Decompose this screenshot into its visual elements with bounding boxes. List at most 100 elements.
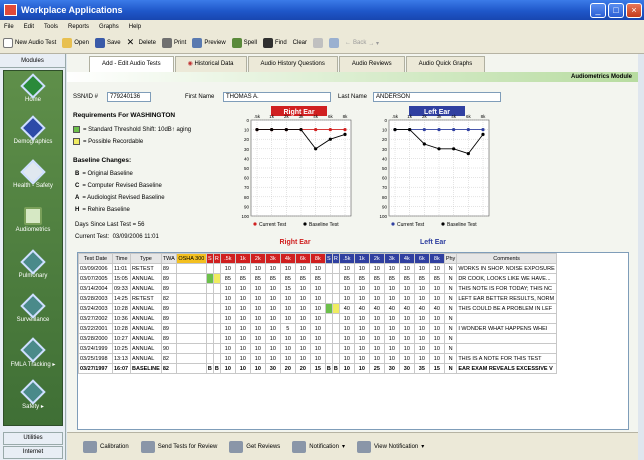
open-button[interactable]: Open xyxy=(62,38,89,48)
table-cell: 10 xyxy=(249,263,266,274)
view-notification-button[interactable]: View Notification ▾ xyxy=(357,440,424,453)
module-safety[interactable]: Safety ▸ xyxy=(4,379,62,410)
dollar-icon-button[interactable] xyxy=(313,38,324,48)
column-header[interactable]: .5k xyxy=(219,253,236,264)
column-header[interactable]: 1k xyxy=(234,253,251,264)
tab-historical-data[interactable]: ◉ Historical Data xyxy=(174,56,247,72)
column-header[interactable]: 6k xyxy=(413,253,430,264)
column-header[interactable]: TWA xyxy=(160,253,177,264)
column-header[interactable]: 8k xyxy=(428,253,445,264)
column-header[interactable]: Phy xyxy=(443,253,458,264)
module-home[interactable]: Home xyxy=(4,73,62,103)
menu-reports[interactable]: Reports xyxy=(68,24,89,30)
last-name-field[interactable]: ANDERSON xyxy=(373,92,501,102)
find-button[interactable]: Find xyxy=(263,38,287,48)
back-button[interactable]: ← Back → ▾ xyxy=(345,40,379,47)
save-button[interactable]: Save xyxy=(94,38,121,48)
module-fmla-tracking[interactable]: FMLA Tracking ▸ xyxy=(4,337,62,368)
spell-button[interactable]: Spell xyxy=(231,38,257,48)
module-audiometrics[interactable]: Audiometrics xyxy=(4,207,62,233)
module-demographics[interactable]: Demographics xyxy=(4,115,62,145)
table-cell: 10 xyxy=(353,293,370,304)
column-header[interactable]: .5k xyxy=(338,253,355,264)
tab-audio-quick-graphs[interactable]: Audio Quick Graphs xyxy=(405,56,486,72)
column-header[interactable]: S xyxy=(205,253,214,264)
graph-button[interactable] xyxy=(329,38,340,48)
tab-add-edit-audio-tests[interactable]: Add - Edit Audio Tests xyxy=(89,56,174,72)
table-cell: 10 xyxy=(279,303,296,314)
table-row[interactable]: 03/07/2005 15:05 ANNUAL 89 85 85 85 85 85 85 85 85 8… xyxy=(78,273,557,284)
table-cell: 85 xyxy=(338,273,355,284)
menu-file[interactable]: File xyxy=(4,24,14,30)
module-internet[interactable]: Internet xyxy=(3,446,63,459)
table-row[interactable]: 03/24/2003 10:28 ANNUAL 89 10 10 10 10 10 10 10 40 4… xyxy=(78,303,557,314)
column-header[interactable]: Type xyxy=(130,253,162,264)
table-row[interactable]: 03/27/2002 10:36 ANNUAL 89 10 10 10 10 10 10 10 10 1… xyxy=(78,313,557,324)
table-row[interactable]: 03/27/1997 16:07 BASELINE 82 B B 10 10 10 30 20 20 1… xyxy=(78,363,557,374)
send-tests-for-review-button[interactable]: Send Tests for Review xyxy=(140,440,217,453)
table-row[interactable]: 03/28/2000 10:27 ANNUAL 89 10 10 10 10 10 10 10 10 1… xyxy=(78,333,557,344)
minimize-button[interactable]: _ xyxy=(590,2,606,18)
ssn-field[interactable]: 779240136 xyxy=(107,92,151,102)
new-audio-test-button[interactable]: New Audio Test xyxy=(3,38,56,48)
left-ear-caption: Left Ear xyxy=(419,239,447,246)
module-utilities[interactable]: Utilities xyxy=(3,432,63,445)
maximize-button[interactable]: □ xyxy=(608,2,624,18)
column-header[interactable]: 2k xyxy=(249,253,266,264)
column-header[interactable]: R xyxy=(212,253,221,264)
column-header[interactable]: 2k xyxy=(368,253,385,264)
table-row[interactable]: 03/28/2003 14:25 RETEST 82 10 10 10 10 10 10 10 10 1… xyxy=(78,293,557,304)
column-header[interactable]: Test Date xyxy=(78,253,113,264)
x-tick-label: 4k xyxy=(451,114,457,119)
delete-icon: ✕ xyxy=(126,37,135,47)
table-cell xyxy=(212,263,221,274)
table-cell: 10 xyxy=(428,283,445,294)
table-row[interactable]: 03/25/1998 13:13 ANNUAL 82 10 10 10 10 10 10 10 10 1… xyxy=(78,353,557,364)
column-header[interactable]: 8k xyxy=(309,253,326,264)
calibration-button[interactable]: Calibration xyxy=(83,440,129,453)
menu-graphs[interactable]: Graphs xyxy=(99,24,119,30)
tab-audio-reviews[interactable]: Audio Reviews xyxy=(338,56,405,72)
menu-tools[interactable]: Tools xyxy=(44,24,58,30)
module-pulmonary[interactable]: Pulmonary xyxy=(4,249,62,279)
module-health-safety[interactable]: Health - Safety xyxy=(4,159,62,189)
column-header[interactable]: Time xyxy=(112,253,131,264)
column-header[interactable]: 4k xyxy=(398,253,415,264)
table-cell: 10 xyxy=(413,343,430,354)
table-cell: 10 xyxy=(368,283,385,294)
table-cell: LEFT EAR BETTER RESULTS, NORM xyxy=(456,293,557,304)
menu-edit[interactable]: Edit xyxy=(24,24,34,30)
column-header[interactable]: 4k xyxy=(279,253,296,264)
notification-button[interactable]: Notification ▾ xyxy=(292,440,345,453)
column-header[interactable]: 3k xyxy=(383,253,400,264)
table-cell: 10 xyxy=(428,323,445,334)
clear-button[interactable]: Clear xyxy=(293,40,307,46)
menu-help[interactable]: Help xyxy=(129,24,141,30)
preview-button[interactable]: Preview xyxy=(192,38,226,48)
column-header[interactable]: OSHA 300 xyxy=(175,253,207,264)
audio-tests-grid[interactable]: Test Date Time Type TWA OSHA 300 S R .5k 1k 2k 3k 4… xyxy=(77,252,629,430)
get-reviews-button[interactable]: Get Reviews xyxy=(229,440,280,453)
table-cell: 10 xyxy=(249,363,266,374)
column-header[interactable]: S xyxy=(324,253,333,264)
column-header[interactable]: Comments xyxy=(456,253,557,264)
column-header[interactable]: 3k xyxy=(264,253,281,264)
table-cell: 10 xyxy=(249,323,266,334)
table-cell: B xyxy=(212,363,221,374)
column-header[interactable]: 1k xyxy=(353,253,370,264)
table-row[interactable]: 03/22/2001 10:28 ANNUAL 89 10 10 10 10 5 10 10 10 10… xyxy=(78,323,557,334)
modules-header: Modules xyxy=(0,54,65,68)
table-row[interactable]: 03/09/2006 11:01 RETEST 89 10 10 10 10 10 10 10 10 1… xyxy=(78,263,557,274)
print-button[interactable]: Print xyxy=(161,38,186,48)
first-name-field[interactable]: THOMAS A. xyxy=(223,92,331,102)
column-header[interactable]: 6k xyxy=(294,253,311,264)
tab-audio-history-questions[interactable]: Audio History Questions xyxy=(247,56,338,72)
table-row[interactable]: 03/14/2004 09:33 ANNUAL 89 10 10 10 10 15 10 10 10 1… xyxy=(78,283,557,294)
left-ear-chart: Left Ear0102030405060708090100.5k 1k 2k 3k 4… xyxy=(379,106,490,228)
table-cell: 10 xyxy=(398,283,415,294)
close-button[interactable]: × xyxy=(626,2,642,18)
module-surveillance[interactable]: Surveillance xyxy=(4,293,62,323)
delete-button[interactable]: ✕ Delete xyxy=(127,38,156,48)
column-header[interactable]: R xyxy=(331,253,340,264)
table-row[interactable]: 03/24/1999 10:25 ANNUAL 90 10 10 10 10 10 10 10 10 1… xyxy=(78,343,557,354)
